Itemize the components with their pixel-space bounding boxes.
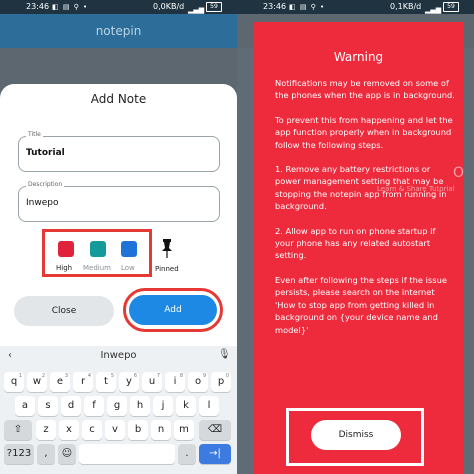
battery-icon: 59: [443, 2, 459, 12]
key-t[interactable]: t5: [96, 372, 116, 392]
pinned-label: Pinned: [155, 265, 179, 273]
close-button[interactable]: Close: [14, 296, 114, 326]
watermark-text: Learn & Share Tutorial: [377, 185, 455, 193]
key-s[interactable]: s: [38, 396, 58, 416]
notification-icons-right: ◧ ▤ ⚲ •: [289, 3, 326, 11]
key-hint: 5: [110, 373, 114, 379]
right-screen: 23:46 ◧ ▤ ⚲ • 0,1KB/d ▂▄▆ 59 Warning Not…: [237, 0, 474, 474]
status-bar: 23:46 ◧ ▤ ⚲ • 0,0KB/d ▂▄▆ 59: [0, 0, 237, 14]
status-time: 23:46: [26, 2, 50, 11]
notification-icons: ◧ ▤ ⚲ •: [52, 3, 89, 11]
key-hint: 8: [179, 373, 183, 379]
key-r[interactable]: r4: [73, 372, 93, 392]
key-m[interactable]: m: [174, 420, 194, 440]
priority-medium-label: Medium: [83, 264, 111, 272]
warning-body: Notifications may be removed on some of …: [275, 77, 455, 348]
key-v[interactable]: v: [105, 420, 125, 440]
network-speed: 0,0KB/d: [153, 2, 185, 11]
app-bar: notepin: [0, 14, 237, 48]
app-title: notepin: [95, 24, 142, 38]
key-f[interactable]: f: [84, 396, 104, 416]
description-field-label: Description: [26, 181, 65, 188]
enter-key[interactable]: →|: [199, 444, 231, 464]
priority-high-swatch[interactable]: [58, 241, 74, 257]
key-q[interactable]: q1: [4, 372, 24, 392]
left-screen: 23:46 ◧ ▤ ⚲ • 0,0KB/d ▂▄▆ 59 notepin Add…: [0, 0, 237, 474]
network-speed-right: 0,1KB/d: [390, 2, 422, 11]
numbers-key[interactable]: ?123: [4, 444, 34, 464]
key-h[interactable]: h: [130, 396, 150, 416]
backspace-key[interactable]: ⌫: [199, 420, 231, 440]
key-n[interactable]: n: [151, 420, 171, 440]
emoji-key[interactable]: ☺: [58, 444, 76, 464]
priority-low-label: Low: [121, 264, 135, 272]
dismiss-button[interactable]: Dismiss: [311, 420, 401, 450]
priority-medium-swatch[interactable]: [90, 241, 106, 257]
key-u[interactable]: u7: [142, 372, 162, 392]
key-x[interactable]: x: [59, 420, 79, 440]
background-strip-right: [464, 48, 474, 474]
key-w[interactable]: w2: [27, 372, 47, 392]
pin-icon[interactable]: [160, 238, 174, 258]
key-a[interactable]: a: [15, 396, 35, 416]
key-z[interactable]: z: [36, 420, 56, 440]
watermark-logo: O: [453, 165, 465, 181]
dialog-title: Add Note: [90, 92, 147, 106]
key-hint: 9: [202, 373, 206, 379]
keyboard-suggestion-bar: ‹ Inwepo 🎙: [0, 346, 237, 368]
key-b[interactable]: b: [128, 420, 148, 440]
key-y[interactable]: y6: [119, 372, 139, 392]
description-field-value: Inwepo: [26, 198, 59, 208]
key-k[interactable]: k: [176, 396, 196, 416]
suggestion-word[interactable]: Inwepo: [0, 350, 237, 361]
key-l[interactable]: l: [199, 396, 219, 416]
key-hint: 6: [133, 373, 137, 379]
warning-paragraph: To prevent this from happening and let t…: [275, 114, 453, 150]
battery-icon: 59: [206, 2, 222, 12]
key-hint: 3: [64, 373, 68, 379]
key-hint: 0: [225, 373, 229, 379]
warning-paragraph: Even after following the steps if the is…: [275, 274, 447, 335]
key-o[interactable]: o9: [188, 372, 208, 392]
status-bar-right: 23:46 ◧ ▤ ⚲ • 0,1KB/d ▂▄▆ 59: [237, 0, 474, 14]
key-c[interactable]: c: [82, 420, 102, 440]
key-hint: 7: [156, 373, 160, 379]
warning-paragraph: 2. Allow app to run on phone startup if …: [275, 225, 436, 261]
priority-low-swatch[interactable]: [121, 241, 137, 257]
signal-icon: ▂▄▆: [425, 6, 442, 14]
priority-high-label: High: [56, 264, 73, 272]
key-hint: 1: [18, 373, 22, 379]
add-note-dialog: Add Note Title Tutorial Description Inwe…: [0, 84, 237, 346]
warning-paragraph: Notifications may be removed on some of …: [275, 78, 455, 101]
microphone-icon[interactable]: 🎙: [218, 349, 231, 360]
comma-key[interactable]: ,: [37, 444, 55, 464]
title-field[interactable]: Title Tutorial: [18, 131, 220, 172]
key-hint: 2: [41, 373, 45, 379]
period-key[interactable]: .: [178, 444, 196, 464]
space-key[interactable]: [79, 444, 175, 464]
key-d[interactable]: d: [61, 396, 81, 416]
key-j[interactable]: j: [153, 396, 173, 416]
key-e[interactable]: e3: [50, 372, 70, 392]
key-hint: 4: [87, 373, 91, 379]
warning-dialog: Warning Notifications may be removed on …: [253, 22, 464, 474]
status-time-right: 23:46: [263, 2, 287, 11]
key-p[interactable]: p0: [211, 372, 231, 392]
key-g[interactable]: g: [107, 396, 127, 416]
title-field-value: Tutorial: [26, 148, 65, 158]
warning-title: Warning: [333, 50, 384, 64]
key-i[interactable]: i8: [165, 372, 185, 392]
keyboard: ‹ Inwepo 🎙 q1w2e3r4t5y6u7i8o9p0 asdfghjkl…: [0, 346, 237, 474]
shift-key[interactable]: ⇧: [4, 420, 32, 440]
background-strip: [237, 48, 253, 474]
description-field[interactable]: Description Inwepo: [18, 181, 220, 222]
add-button[interactable]: Add: [129, 295, 217, 325]
title-field-label: Title: [26, 131, 43, 138]
